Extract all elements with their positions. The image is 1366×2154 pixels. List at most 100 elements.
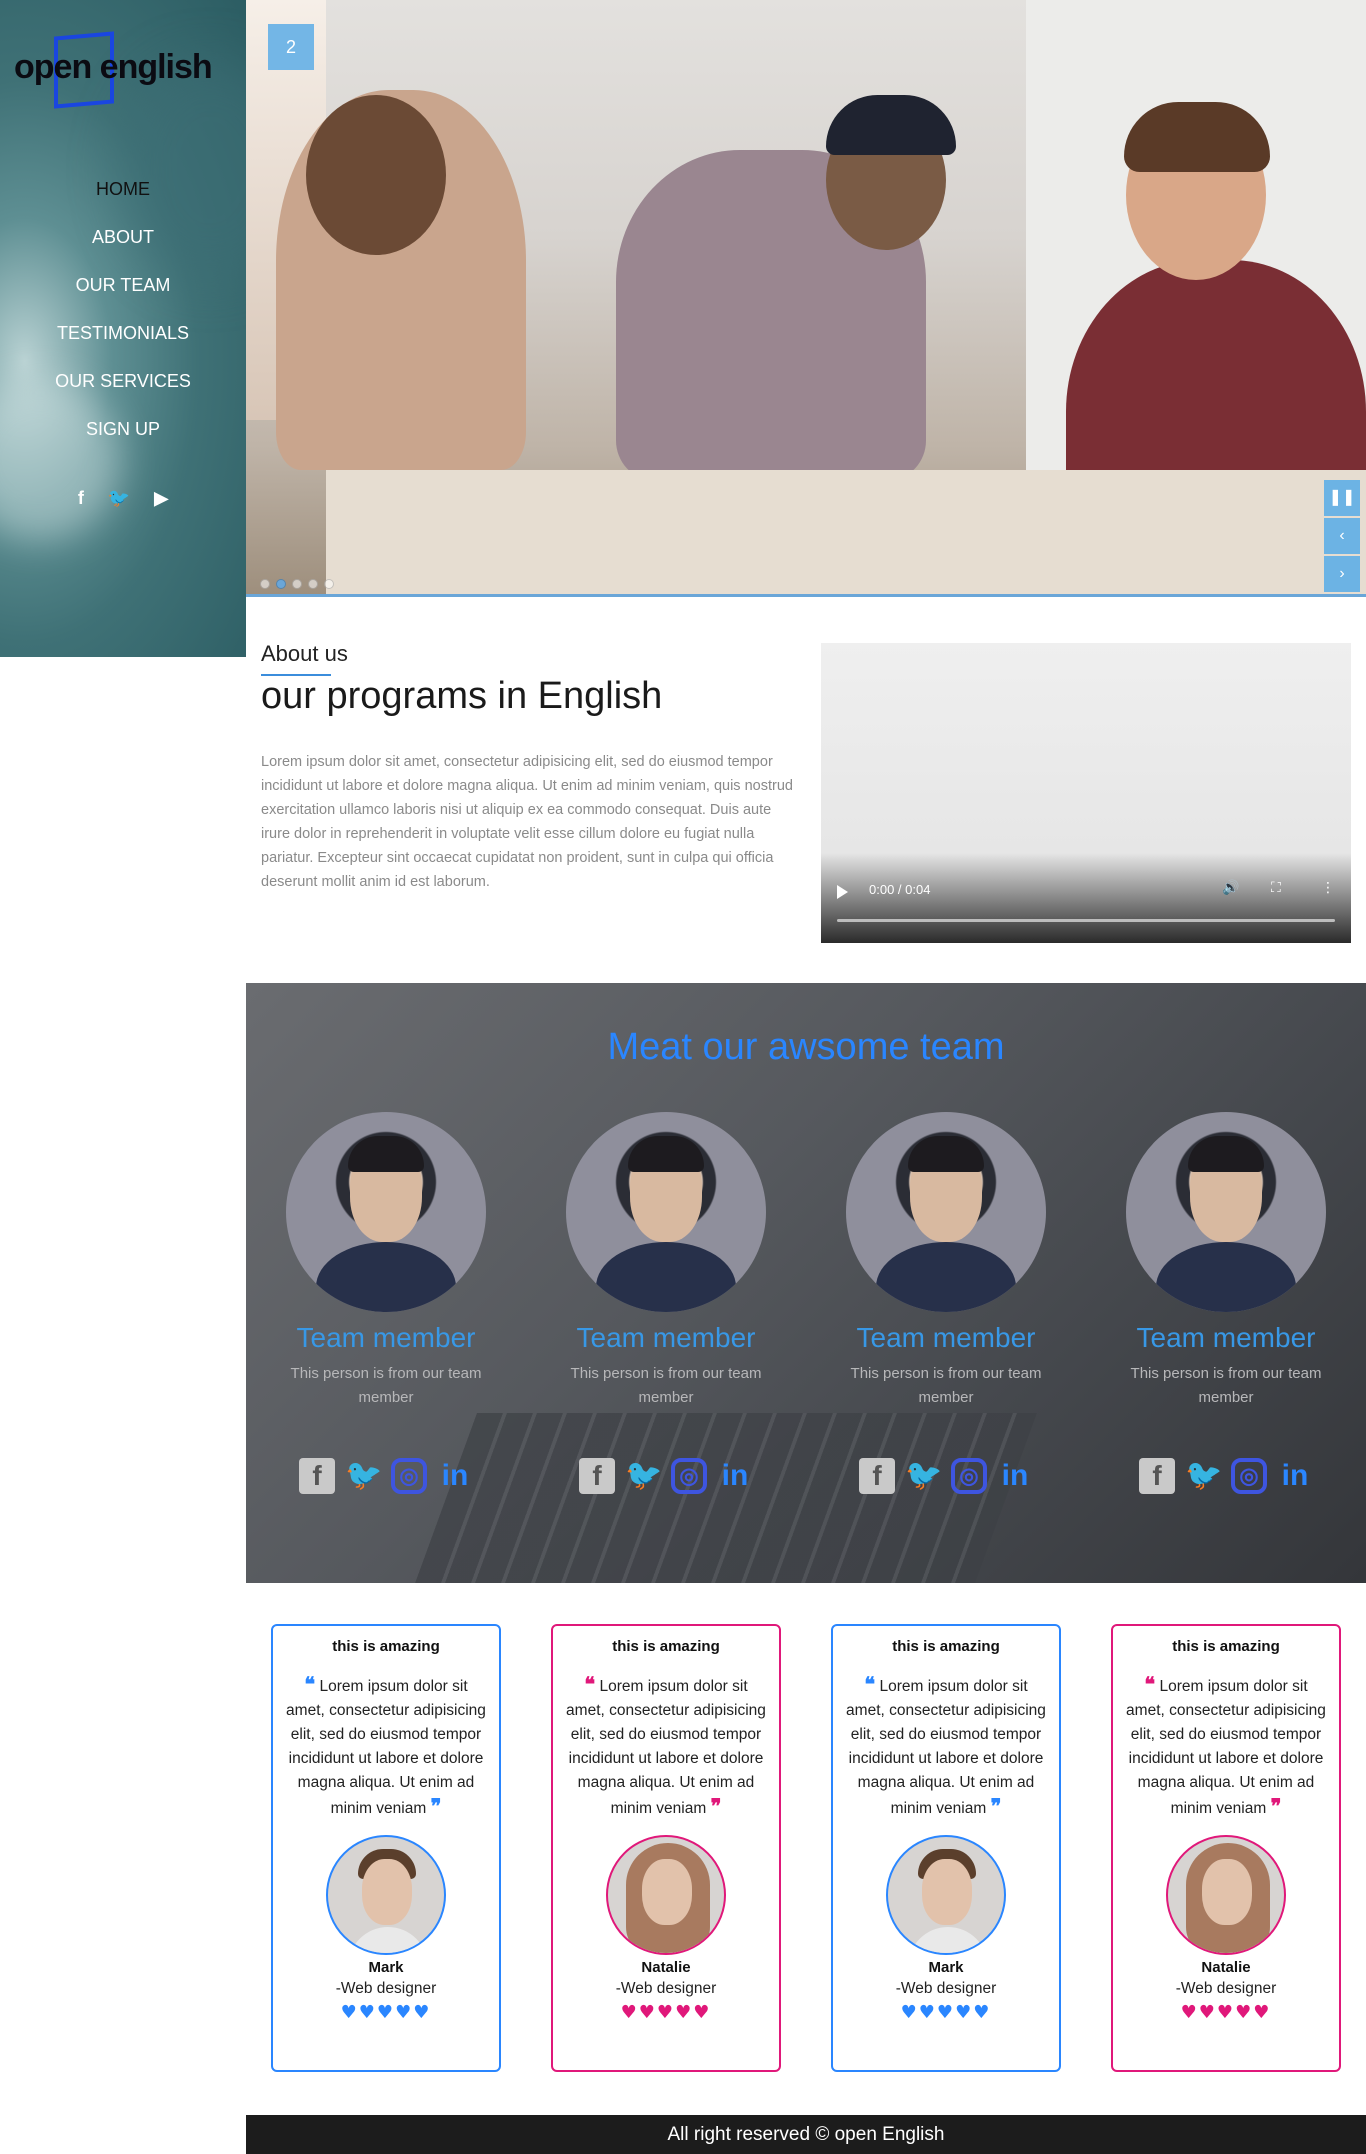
team-member-card: Team member This person is from our team…: [560, 1112, 772, 1494]
testimonial-quote-text: Lorem ipsum dolor sit amet, consectetur …: [846, 1678, 1046, 1817]
testimonial-quote: ❝ Lorem ipsum dolor sit amet, consectetu…: [1113, 1673, 1339, 1821]
twitter-icon[interactable]: 🐦: [108, 488, 130, 509]
testimonial-quote: ❝ Lorem ipsum dolor sit amet, consectetu…: [833, 1673, 1059, 1821]
hero-photo-person: [306, 95, 446, 255]
linkedin-icon[interactable]: in: [1277, 1458, 1313, 1494]
twitter-icon[interactable]: 🐦: [625, 1458, 662, 1494]
logo-text: open english: [14, 48, 213, 86]
avatar: [1166, 1835, 1286, 1955]
team-member-name: Team member: [576, 1322, 756, 1353]
team-member-desc: This person is from our team member: [570, 1365, 762, 1406]
quote-open-icon: ❝: [304, 1674, 316, 1696]
rating-hearts: ♥♥♥♥♥: [340, 2002, 432, 2023]
team-member-desc: This person is from our team member: [1130, 1365, 1322, 1406]
testimonial-role: -Web designer: [615, 1980, 717, 1997]
testimonial-quote: ❝ Lorem ipsum dolor sit amet, consectetu…: [553, 1673, 779, 1821]
about-label: About us: [261, 641, 348, 666]
team-member-socials: f 🐦 ◎ in: [560, 1458, 772, 1494]
quote-open-icon: ❝: [584, 1674, 596, 1696]
slider-dot[interactable]: [308, 579, 318, 589]
linkedin-icon[interactable]: in: [717, 1458, 753, 1494]
team-member-card: Team member This person is from our team…: [280, 1112, 492, 1494]
video-progress-bar[interactable]: [837, 919, 1335, 922]
team-member-desc: This person is from our team member: [290, 1365, 482, 1406]
testimonial-name: Natalie: [641, 1959, 691, 1976]
prev-icon[interactable]: ‹: [1324, 518, 1360, 554]
testimonial-quote-text: Lorem ipsum dolor sit amet, consectetur …: [1126, 1678, 1326, 1817]
sidebar: open english HOME ABOUT OUR TEAM TESTIMO…: [0, 0, 246, 657]
next-icon[interactable]: ›: [1324, 556, 1360, 592]
twitter-icon[interactable]: 🐦: [345, 1458, 382, 1494]
hero-photo-cap: [826, 95, 956, 155]
testimonial-title: this is amazing: [1172, 1638, 1280, 1655]
video-player[interactable]: 0:00 / 0:04 🔊 ⛶ ⋮: [821, 643, 1351, 943]
quote-close-icon: ❞: [1270, 1796, 1282, 1818]
testimonial-name: Mark: [368, 1959, 404, 1976]
nav-home[interactable]: HOME: [0, 172, 246, 220]
quote-close-icon: ❞: [710, 1796, 722, 1818]
testimonial-card: this is amazing ❝ Lorem ipsum dolor sit …: [831, 1624, 1061, 2072]
quote-open-icon: ❝: [864, 1674, 876, 1696]
testimonial-role: -Web designer: [335, 1980, 437, 1997]
play-icon[interactable]: [837, 885, 848, 899]
nav-about[interactable]: ABOUT: [0, 220, 246, 268]
facebook-icon[interactable]: f: [299, 1458, 335, 1494]
quote-close-icon: ❞: [430, 1796, 442, 1818]
team-member-name: Team member: [296, 1322, 476, 1353]
facebook-icon[interactable]: f: [859, 1458, 895, 1494]
instagram-icon[interactable]: ◎: [1231, 1458, 1267, 1494]
team-member-photo: [286, 1112, 486, 1312]
fullscreen-icon[interactable]: ⛶: [1271, 880, 1281, 896]
testimonial-quote: ❝ Lorem ipsum dolor sit amet, consectetu…: [273, 1673, 499, 1821]
instagram-icon[interactable]: ◎: [391, 1458, 427, 1494]
footer: All right reserved © open English: [246, 2115, 1366, 2154]
team-member-photo: [846, 1112, 1046, 1312]
facebook-icon[interactable]: f: [78, 488, 84, 509]
hero-slider: [246, 0, 1366, 597]
youtube-icon[interactable]: ▶: [154, 488, 168, 509]
quote-close-icon: ❞: [990, 1796, 1002, 1818]
testimonial-role: -Web designer: [1175, 1980, 1277, 1997]
linkedin-icon[interactable]: in: [437, 1458, 473, 1494]
slide-number-badge: 2: [268, 24, 314, 70]
team-member-card: Team member This person is from our team…: [1120, 1112, 1332, 1494]
testimonial-quote-text: Lorem ipsum dolor sit amet, consectetur …: [286, 1678, 486, 1817]
instagram-icon[interactable]: ◎: [671, 1458, 707, 1494]
slider-dot-active[interactable]: [276, 579, 286, 589]
nav-sign-up[interactable]: SIGN UP: [0, 412, 246, 460]
team-title: Meat our awsome team: [607, 1026, 1005, 1068]
team-member-desc: This person is from our team member: [850, 1365, 1042, 1406]
testimonial-card: this is amazing ❝ Lorem ipsum dolor sit …: [1111, 1624, 1341, 2072]
team-member-card: Team member This person is from our team…: [840, 1112, 1052, 1494]
testimonial-title: this is amazing: [612, 1638, 720, 1655]
rating-hearts: ♥♥♥♥♥: [1180, 2002, 1272, 2023]
logo[interactable]: open english: [14, 30, 234, 110]
team-member-name: Team member: [856, 1322, 1036, 1353]
twitter-icon[interactable]: 🐦: [905, 1458, 942, 1494]
pause-icon[interactable]: ❚❚: [1324, 480, 1360, 516]
testimonial-card: this is amazing ❝ Lorem ipsum dolor sit …: [551, 1624, 781, 2072]
instagram-icon[interactable]: ◎: [951, 1458, 987, 1494]
about-title: our programs in English: [261, 675, 663, 717]
nav-our-team[interactable]: OUR TEAM: [0, 268, 246, 316]
team-member-name: Team member: [1136, 1322, 1316, 1353]
slider-dot[interactable]: [292, 579, 302, 589]
main-nav: HOME ABOUT OUR TEAM TESTIMONIALS OUR SER…: [0, 172, 246, 460]
volume-icon[interactable]: 🔊: [1222, 880, 1239, 896]
about-text: Lorem ipsum dolor sit amet, consectetur …: [261, 754, 793, 890]
avatar: [606, 1835, 726, 1955]
hero-photo-person: [1124, 102, 1270, 172]
linkedin-icon[interactable]: in: [997, 1458, 1033, 1494]
facebook-icon[interactable]: f: [1139, 1458, 1175, 1494]
facebook-icon[interactable]: f: [579, 1458, 615, 1494]
testimonial-name: Mark: [928, 1959, 964, 1976]
twitter-icon[interactable]: 🐦: [1185, 1458, 1222, 1494]
nav-our-services[interactable]: OUR SERVICES: [0, 364, 246, 412]
more-options-icon[interactable]: ⋮: [1321, 880, 1335, 896]
slider-dot[interactable]: [260, 579, 270, 589]
nav-testimonials[interactable]: TESTIMONIALS: [0, 316, 246, 364]
rating-hearts: ♥♥♥♥♥: [620, 2002, 712, 2023]
slider-dot[interactable]: [324, 579, 334, 589]
rating-hearts: ♥♥♥♥♥: [900, 2002, 992, 2023]
team-member-socials: f 🐦 ◎ in: [280, 1458, 492, 1494]
